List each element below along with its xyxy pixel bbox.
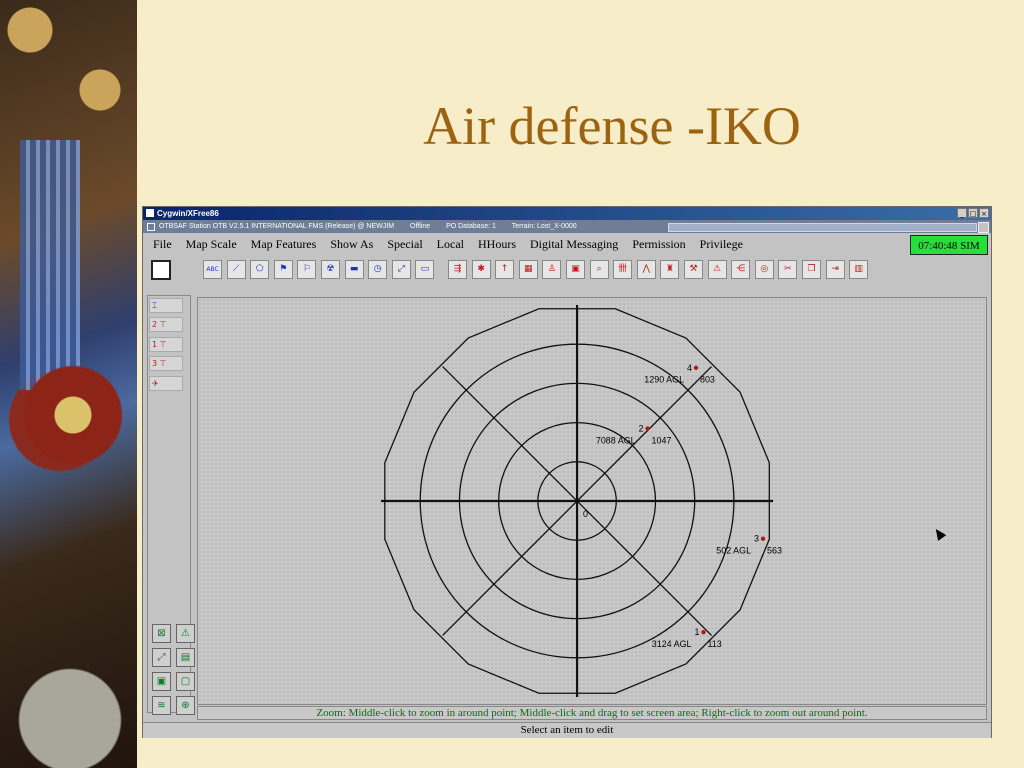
po-database-label: PO Database: 1 [446,223,496,230]
slide-title: Air defense -IKO [423,96,801,156]
toolbar: ABC ⟋ ⬠ ⚑ ⚐ ☢ ▬ ◷ ⤢ ▭ ⇶ ✱ ↑ ▦ ♙ ▣ ⌕ 卌 ⋀ ♜ ⚒ ⚠ ⋲ ◎ ✂ ❐ ⇥ ▥ [143,255,991,285]
resize-icon[interactable]: ⤢ [152,648,171,667]
area-icon[interactable]: ⬠ [250,260,270,279]
grid-toggle-icon[interactable]: ⊠ [152,624,171,643]
launcher-3[interactable]: 3 ⊤ [149,356,183,371]
radar-scope[interactable]: 0 41290 AGL 803 27088 AGL 1047 3502 AGL 563 131… [198,298,986,704]
unit-flag-icon[interactable]: ⚐ [297,260,317,279]
decorative-medal-image [0,0,137,768]
target-altitude: 7088 AGL [596,435,636,445]
scissors-icon[interactable]: ✂ [778,260,798,279]
select-hint: Select an item to edit [143,722,991,738]
fire-plan-icon[interactable]: ⇶ [448,260,467,279]
launcher-number: 1 [152,340,158,349]
menu-local[interactable]: Local [437,237,464,252]
target-range: 1047 [652,435,672,445]
mode-toggle-icon[interactable] [151,260,171,280]
target-altitude: 1290 AGL [644,375,684,385]
target-id: 1 [695,627,700,637]
launcher-number: 2 [152,320,158,329]
menu-special[interactable]: Special [387,237,422,252]
minefield-icon[interactable]: ✱ [471,260,491,279]
building-icon[interactable]: ▦ [518,260,538,279]
menu-hhours[interactable]: HHours [478,237,516,252]
terrain-label: Terrain: Lost_X-0000 [511,223,577,230]
menu-bar: File Map Scale Map Features Show As Spec… [143,233,991,255]
abc-def-icon[interactable]: ABC [203,260,222,279]
binoculars-icon[interactable]: ♜ [660,260,680,279]
app-title: OTBSAF Station OTB V2.5.1 INTERNATIONAL … [159,223,395,230]
launcher-number: 3 [152,359,158,368]
target-icon[interactable]: ◎ [754,260,774,279]
target-marker[interactable] [760,536,766,541]
activity-bar [668,223,977,232]
copy-icon[interactable]: ❐ [802,260,821,279]
xwindow-icon [146,209,154,217]
tank-icon[interactable]: ▬ [344,260,364,279]
aircraft-icon[interactable]: ✈ [149,376,183,391]
minimize-icon[interactable]: _ [957,208,967,218]
exit-icon[interactable]: ⇥ [825,260,845,279]
signal-icon[interactable]: ≋ [152,696,171,715]
nbc-icon[interactable]: ☢ [321,260,340,279]
target-id: 4 [687,363,692,373]
close-icon[interactable]: × [979,208,989,218]
obstacle-icon[interactable]: 卌 [613,260,633,279]
target-id: 2 [639,423,644,433]
target-altitude: 3124 AGL [652,639,692,649]
target-range: 113 [707,639,721,649]
menu-privilege[interactable]: Privilege [700,237,743,252]
target-id: 3 [754,534,759,544]
menu-map-features[interactable]: Map Features [251,237,317,252]
magnifier-icon[interactable]: ⌕ [589,260,609,279]
menu-file[interactable]: File [153,237,172,252]
select-icon[interactable]: ▣ [152,672,171,691]
frame-icon[interactable]: ▢ [176,672,195,691]
pyramid-icon[interactable]: ⚠ [707,260,727,279]
cross-medal-decoration [18,360,128,470]
target-range: 563 [767,546,782,556]
app-window: Cygwin/XFree86 _ □ × OTBSAF Station OTB … [142,206,992,738]
route-icon[interactable]: ⟋ [226,260,246,279]
unit-list-panel: ⌶ 2 ⊤ 1 ⊤ 3 ⊤ ✈ ⊠ ⚠ ⤢ ▤ ▣ ▢ ≋ ⊕ [147,295,195,715]
app-icon [147,223,155,231]
network-icon[interactable]: ⋲ [731,260,751,279]
menu-map-scale[interactable]: Map Scale [186,237,237,252]
triangle-icon[interactable]: ⋀ [636,260,656,279]
center-label: 0 [583,509,588,519]
target-marker[interactable] [693,365,699,370]
box-icon[interactable]: ▭ [415,260,435,279]
sim-clock: 07:40:48 SIM [910,235,988,255]
maximize-icon[interactable]: □ [968,208,978,218]
menu-permission[interactable]: Permission [632,237,685,252]
target-altitude: 502 AGL [716,546,751,556]
zoom-hint: Zoom: Middle-click to zoom in around poi… [197,706,987,720]
bunker-icon[interactable]: ▣ [566,260,585,279]
radar-icon[interactable]: ⌶ [149,298,183,313]
flag-icon[interactable]: ⚑ [273,260,293,279]
ribbon-decoration [20,140,80,390]
radar-map[interactable]: 0 4 1290 AGL 803 2 7088 AGL 1047 3 502 AGL 563 1 31… [197,297,987,705]
xwindow-titlebar: Cygwin/XFree86 _ □ × [143,207,991,220]
info-icon[interactable]: ▤ [176,648,195,667]
xwindow-title: Cygwin/XFree86 [157,209,219,218]
line-icon[interactable]: ⤢ [391,260,411,279]
warning-icon[interactable]: ⚠ [176,624,195,643]
hammer-icon[interactable]: ⚒ [684,260,703,279]
target-marker[interactable] [701,630,706,635]
target-range: 803 [700,375,715,385]
soldier-icon[interactable]: ♙ [542,260,562,279]
clock-icon[interactable]: ◷ [368,260,388,279]
arrow-up-icon[interactable]: ↑ [495,260,515,279]
menu-show-as[interactable]: Show As [330,237,373,252]
app-close-icon[interactable] [978,222,989,233]
connection-status: Offline [410,223,431,230]
launcher-2[interactable]: 2 ⊤ [149,317,183,332]
target-marker[interactable] [645,426,650,431]
crosshair-icon[interactable]: ⊕ [176,696,195,715]
app-titlebar: OTBSAF Station OTB V2.5.1 INTERNATIONAL … [143,220,991,233]
menu-digital-messaging[interactable]: Digital Messaging [530,237,618,252]
launcher-1[interactable]: 1 ⊤ [149,337,183,352]
bars-icon[interactable]: ▥ [849,260,869,279]
